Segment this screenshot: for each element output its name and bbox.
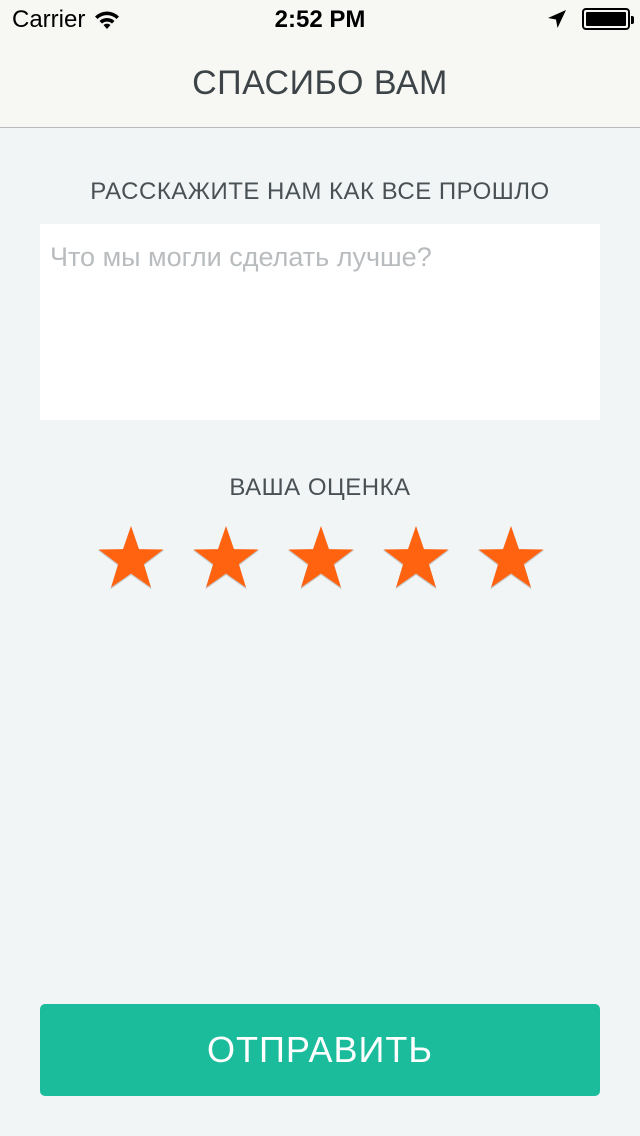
status-bar: Carrier 2:52 PM bbox=[0, 0, 640, 40]
battery-tip bbox=[631, 16, 634, 24]
star-icon[interactable] bbox=[96, 524, 166, 594]
status-right bbox=[546, 8, 634, 30]
clock: 2:52 PM bbox=[274, 6, 366, 33]
feedback-textarea[interactable] bbox=[40, 224, 600, 420]
star-rating bbox=[96, 524, 546, 594]
rating-label: ВАША ОЦЕНКА bbox=[229, 474, 411, 501]
star-icon[interactable] bbox=[191, 524, 261, 594]
star-icon[interactable] bbox=[381, 524, 451, 594]
star-icon[interactable] bbox=[286, 524, 356, 594]
navigation-bar: СПАСИБО ВАМ bbox=[0, 40, 640, 128]
submit-button[interactable]: ОТПРАВИТЬ bbox=[40, 1004, 600, 1096]
feedback-label: РАССКАЖИТЕ НАМ КАК ВСЕ ПРОШЛО bbox=[90, 178, 550, 205]
feedback-screen: Carrier 2:52 PM СПАСИБО ВАМ РАССКАЖИТЕ Н… bbox=[0, 0, 640, 1136]
battery-fill bbox=[586, 12, 626, 26]
star-icon[interactable] bbox=[476, 524, 546, 594]
page-title: СПАСИБО ВАМ bbox=[192, 64, 448, 102]
location-arrow-icon bbox=[548, 10, 566, 28]
battery-icon bbox=[582, 8, 634, 30]
